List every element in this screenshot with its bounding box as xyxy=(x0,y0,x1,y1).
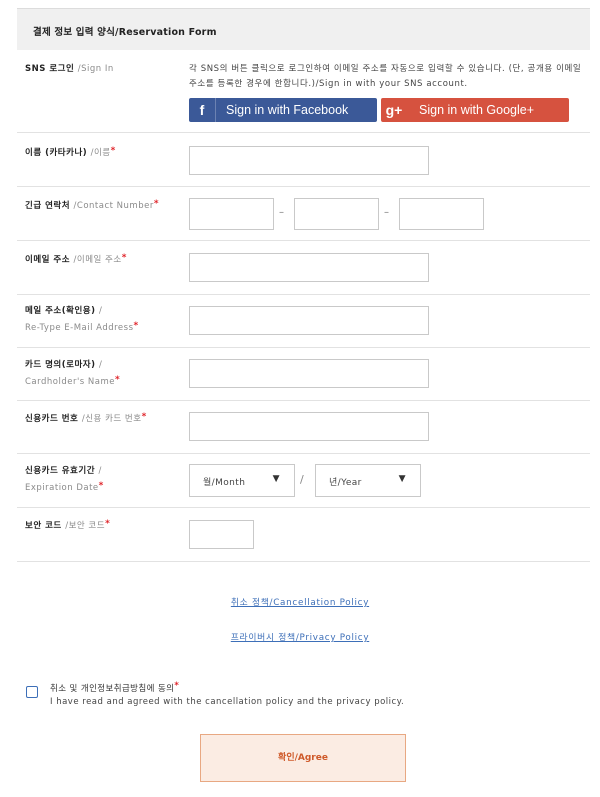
expiration-year-value: 년/Year xyxy=(329,478,362,488)
name-input[interactable] xyxy=(189,146,429,175)
expiration-label-en: Expiration Date* xyxy=(25,480,104,497)
privacy-policy-link[interactable]: 프라이버시 정책/Privacy Policy xyxy=(0,630,600,643)
form-header: 결제 정보 입력 양식/Reservation Form xyxy=(17,8,590,50)
expiration-month-value: 월/Month xyxy=(203,478,246,488)
email-confirm-label-ko: 메일 주소(확인용) xyxy=(25,306,96,316)
required-mark: * xyxy=(98,481,104,491)
sns-description: 각 SNS의 버튼 클릭으로 로그인하여 이메일 주소를 자동으로 입력할 수 … xyxy=(189,64,582,89)
contact-label-ko: 긴급 연락처 xyxy=(25,201,71,211)
expiration-month-select[interactable]: 월/Month ▼ xyxy=(189,464,295,497)
facebook-signin-label: Sign in with Facebook xyxy=(226,103,349,117)
sns-label-en: /Sign In xyxy=(77,64,114,74)
contact-input-2[interactable] xyxy=(294,198,379,230)
dropdown-arrow-icon: ▼ xyxy=(398,474,406,484)
email-confirm-label-en: Re-Type E-Mail Address* xyxy=(25,320,139,337)
email-confirm-label-en-text: Re-Type E-Mail Address xyxy=(25,323,134,333)
expiration-year-select[interactable]: 년/Year ▼ xyxy=(315,464,421,497)
form-title: 결제 정보 입력 양식/Reservation Form xyxy=(33,27,217,38)
email-label-en: /이메일 주소 xyxy=(73,255,122,265)
required-mark: * xyxy=(105,519,111,529)
card-name-label: 카드 명의(로마자) / Cardholder's Name* xyxy=(25,357,120,391)
contact-separator: – xyxy=(279,207,284,218)
card-name-label-ko: 카드 명의(로마자) xyxy=(25,360,96,370)
card-name-label-en: Cardholder's Name* xyxy=(25,374,120,391)
email-input[interactable] xyxy=(189,253,429,282)
facebook-signin-button[interactable]: f Sign in with Facebook xyxy=(189,98,377,122)
required-mark: * xyxy=(115,375,121,385)
google-signin-button[interactable]: g+ Sign in with Google+ xyxy=(381,98,569,122)
expiration-label-slash: / xyxy=(98,466,102,476)
contact-input-3[interactable] xyxy=(399,198,484,230)
email-confirm-label-slash: / xyxy=(98,306,103,316)
security-code-label: 보안 코드 /보안 코드* xyxy=(25,518,110,535)
cancellation-policy-link[interactable]: 취소 정책/Cancellation Policy xyxy=(0,595,600,608)
card-number-label: 신용카드 번호 /신용 카드 번호* xyxy=(25,411,147,428)
agree-checkbox[interactable] xyxy=(26,686,38,698)
google-signin-label: Sign in with Google+ xyxy=(419,103,535,117)
expiration-label-ko: 신용카드 유효기간 xyxy=(25,466,96,476)
required-mark: * xyxy=(141,412,147,422)
card-name-label-slash: / xyxy=(98,360,103,370)
dropdown-arrow-icon: ▼ xyxy=(272,474,280,484)
cardholder-name-input[interactable] xyxy=(189,359,429,388)
required-mark: * xyxy=(110,146,116,156)
sns-label: SNS 로그인 /Sign In xyxy=(25,61,114,78)
card-number-label-en: /신용 카드 번호 xyxy=(81,414,142,424)
expiration-label: 신용카드 유효기간 / Expiration Date* xyxy=(25,463,104,497)
name-label: 이름 (카타카나) /이름* xyxy=(25,145,116,162)
name-label-en: /이름 xyxy=(90,148,111,158)
required-mark: * xyxy=(121,253,127,263)
contact-separator: – xyxy=(384,207,389,218)
agreement-label-ko-text: 취소 및 개인정보취급방침에 동의 xyxy=(50,684,175,694)
contact-input-1[interactable] xyxy=(189,198,274,230)
required-mark: * xyxy=(174,681,180,691)
google-plus-icon: g+ xyxy=(385,102,403,118)
expiration-separator: / xyxy=(300,473,304,486)
facebook-icon: f xyxy=(189,98,216,122)
contact-label-en: /Contact Number xyxy=(73,201,154,211)
security-code-label-ko: 보안 코드 xyxy=(25,521,62,531)
name-label-ko: 이름 (카타카나) xyxy=(25,148,88,158)
email-label: 이메일 주소 /이메일 주소* xyxy=(25,252,127,269)
required-mark: * xyxy=(133,321,139,331)
security-code-input[interactable] xyxy=(189,520,254,549)
email-confirm-label: 메일 주소(확인용) / Re-Type E-Mail Address* xyxy=(25,303,139,337)
email-confirm-input[interactable] xyxy=(189,306,429,335)
contact-label: 긴급 연락처 /Contact Number* xyxy=(25,198,159,215)
agreement-label-ko: 취소 및 개인정보취급방침에 동의* xyxy=(50,681,180,694)
agree-button[interactable]: 확인/Agree xyxy=(200,734,406,782)
agreement-label-en: I have read and agreed with the cancella… xyxy=(50,697,405,707)
card-number-label-ko: 신용카드 번호 xyxy=(25,414,79,424)
sns-label-ko: SNS 로그인 xyxy=(25,64,75,74)
card-number-input[interactable] xyxy=(189,412,429,441)
card-name-label-en-text: Cardholder's Name xyxy=(25,377,115,387)
expiration-label-en-text: Expiration Date xyxy=(25,483,99,493)
email-label-ko: 이메일 주소 xyxy=(25,255,71,265)
required-mark: * xyxy=(153,199,160,209)
security-code-label-en: /보안 코드 xyxy=(65,521,106,531)
